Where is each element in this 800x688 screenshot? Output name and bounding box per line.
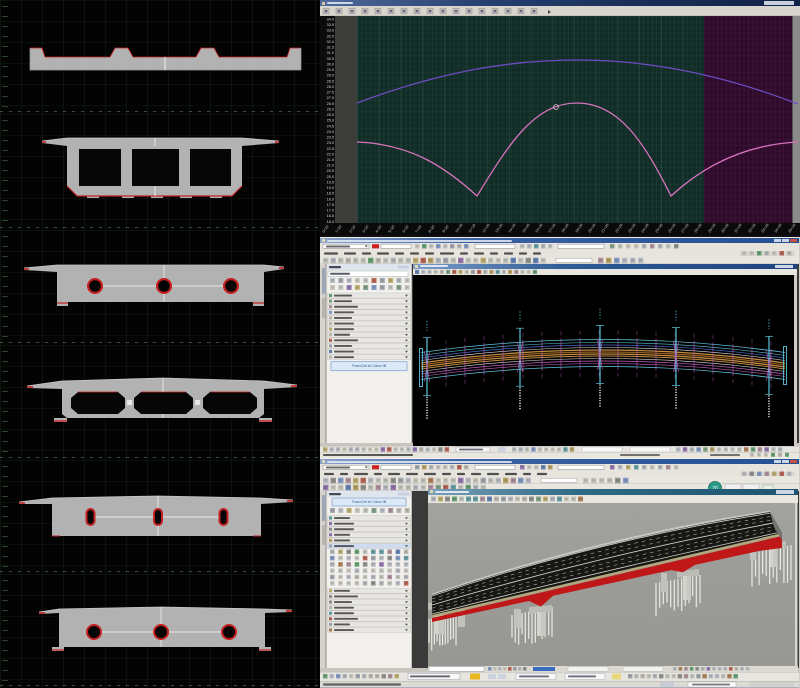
svg-text:PowerCivil for China V8i: PowerCivil for China V8i [352, 364, 387, 368]
svg-text:PowerCivil for China V8i: PowerCivil for China V8i [352, 500, 387, 504]
